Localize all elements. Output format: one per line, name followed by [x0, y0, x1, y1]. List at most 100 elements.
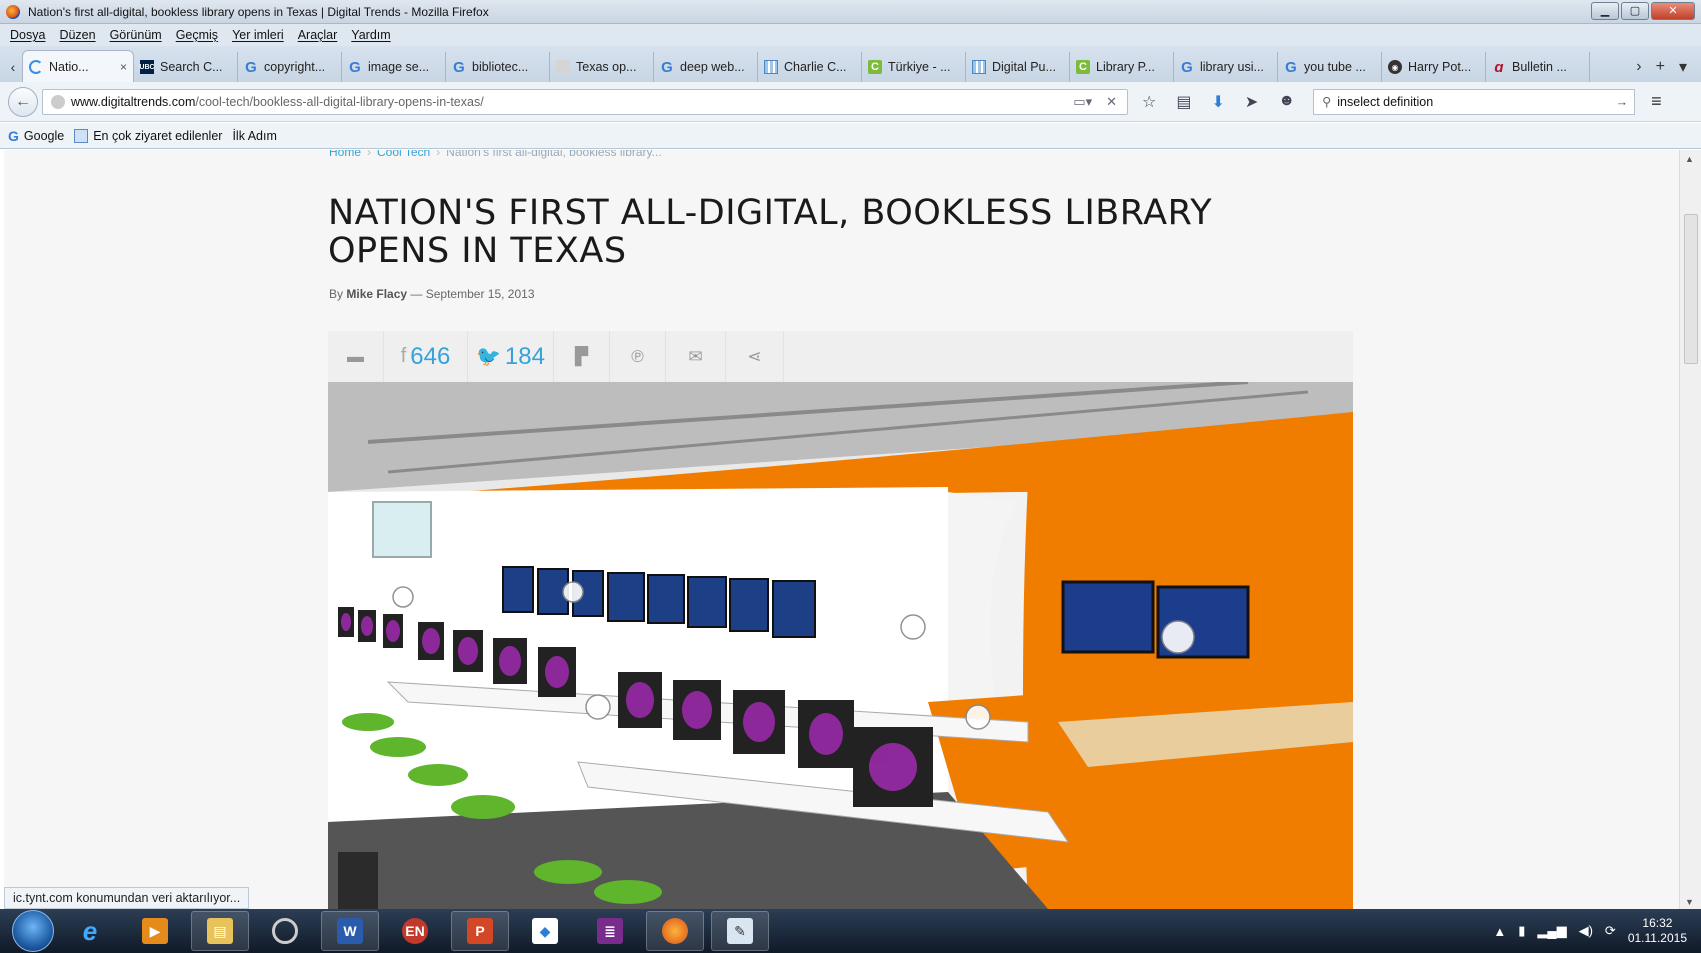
page-scrollbar[interactable]: ▲ ▼ — [1679, 150, 1701, 909]
more-share-button[interactable]: ⋖ — [726, 331, 784, 382]
search-go-icon[interactable]: → — [1616, 95, 1629, 109]
back-arrow-icon: ← — [15, 92, 31, 110]
show-hidden-icons-icon[interactable]: ▲ — [1493, 924, 1506, 939]
tab-turkiye[interactable]: C Türkiye - ... — [862, 52, 966, 82]
clock[interactable]: 16:32 01.11.2015 — [1628, 916, 1687, 946]
taskbar-media-player[interactable]: ▶ — [126, 911, 184, 951]
tab-texas[interactable]: Texas op... — [550, 52, 654, 82]
menu-tools[interactable]: Araçlar — [298, 28, 338, 42]
comments-button[interactable]: ▬ — [328, 331, 384, 382]
twitter-share-button[interactable]: 🐦 184 — [468, 331, 554, 382]
close-tab-icon[interactable]: × — [120, 60, 127, 74]
menu-view[interactable]: Görünüm — [110, 28, 162, 42]
close-window-button[interactable]: ✕ — [1651, 2, 1695, 20]
breadcrumb-section[interactable]: Cool Tech — [377, 150, 430, 159]
flipboard-button[interactable]: ▛ — [554, 331, 610, 382]
menu-help[interactable]: Yardım — [351, 28, 390, 42]
taskbar-dictionary[interactable]: EN — [386, 911, 444, 951]
taskbar-word[interactable]: W — [321, 911, 379, 951]
bookmark-first-step[interactable]: İlk Adım — [4, 129, 277, 287]
tab-nation-library[interactable]: Natio... × — [22, 50, 134, 82]
back-button[interactable]: ← — [8, 86, 38, 117]
clock-time: 16:32 — [1642, 916, 1673, 930]
tab-charlie[interactable]: Charlie C... — [758, 52, 862, 82]
menu-history[interactable]: Geçmiş — [176, 28, 218, 42]
menu-hamburger-icon[interactable]: ≡ — [1651, 91, 1662, 112]
taskbar-winrar[interactable]: ≣ — [581, 911, 639, 951]
tab-copyright[interactable]: Gcopyright... — [238, 52, 342, 82]
bookmark-most-visited[interactable]: En çok ziyaret edilenler — [74, 128, 223, 143]
reader-view-icon[interactable]: ▭▾ — [1073, 94, 1092, 110]
tab-label: copyright... — [264, 60, 326, 74]
breadcrumb-home[interactable]: Home — [329, 150, 361, 159]
taskbar-firefox[interactable] — [646, 911, 704, 951]
tab-library-p[interactable]: C Library P... — [1070, 52, 1174, 82]
circle-app-icon — [272, 918, 298, 944]
clock-date: 01.11.2015 — [1627, 931, 1687, 945]
url-bar[interactable]: www.digitaltrends.com/cool-tech/bookless… — [42, 88, 1128, 115]
taskbar-paint[interactable]: ✎ — [711, 911, 769, 951]
scroll-tabs-left-icon[interactable]: ‹ — [4, 52, 22, 82]
taskbar-dropbox[interactable]: ◆ — [516, 911, 574, 951]
search-box[interactable]: ⚲ inselect definition → — [1313, 88, 1636, 115]
menu-bookmarks[interactable]: Yer imleri — [232, 28, 284, 42]
taskbar-app-circle[interactable] — [256, 911, 314, 951]
tab-image-search[interactable]: Gimage se... — [342, 52, 446, 82]
tab-bulletin[interactable]: ɑ Bulletin ... — [1486, 52, 1590, 82]
tab-digital-pu[interactable]: Digital Pu... — [966, 52, 1070, 82]
taskbar-powerpoint[interactable]: P — [451, 911, 509, 951]
library-rendering-illustration — [328, 382, 1353, 909]
tab-library-usi[interactable]: Glibrary usi... — [1174, 52, 1278, 82]
new-tab-icon[interactable]: + — [1656, 58, 1665, 76]
tab-deep-web[interactable]: Gdeep web... — [654, 52, 758, 82]
maximize-button[interactable]: ▢ — [1621, 2, 1649, 20]
bookmark-label: En çok ziyaret edilenler — [93, 128, 223, 143]
paint-icon: ✎ — [727, 918, 753, 944]
menu-file[interactable]: Dosya — [10, 28, 45, 42]
tab-youtube[interactable]: Gyou tube ... — [1278, 52, 1382, 82]
menu-bar: Dosya Düzen Görünüm Geçmiş Yer imleri Ar… — [0, 24, 1701, 46]
web-page: Home › Cool Tech › Nation's first all-digita… — [4, 150, 1679, 909]
tab-label: Bulletin ... — [1512, 60, 1567, 74]
stop-icon[interactable]: ✕ — [1106, 94, 1117, 110]
send-icon[interactable]: ➤ — [1245, 92, 1258, 112]
search-input[interactable]: inselect definition — [1337, 95, 1433, 109]
author-link[interactable]: Mike Flacy — [346, 287, 407, 301]
email-share-button[interactable]: ✉ — [666, 331, 726, 382]
tab-label: Türkiye - ... — [888, 60, 951, 74]
google-icon: G — [453, 58, 465, 76]
power-icon[interactable]: ▮ — [1518, 923, 1525, 939]
bookmarks-menu-icon[interactable]: ▤ — [1176, 92, 1191, 112]
tab-bibliotec[interactable]: Gbibliotec... — [446, 52, 550, 82]
grid-icon — [764, 60, 778, 74]
minimize-button[interactable]: ▁ — [1591, 2, 1619, 20]
download-icon[interactable]: ⬇ — [1211, 92, 1224, 112]
bookmark-star-icon[interactable]: ☆ — [1142, 92, 1156, 112]
google-icon: G — [661, 58, 673, 76]
start-button[interactable] — [12, 910, 54, 952]
pinterest-button[interactable]: ℗ — [610, 331, 666, 382]
taskbar-internet-explorer[interactable]: e — [61, 911, 119, 951]
list-tabs-icon[interactable]: ▾ — [1679, 57, 1687, 77]
scroll-tabs-right-icon[interactable]: › — [1636, 58, 1641, 76]
byline-dash: — — [410, 287, 423, 301]
network-icon[interactable]: ▂▄▆ — [1537, 923, 1566, 939]
taskbar-explorer[interactable]: ▤ — [191, 911, 249, 951]
bookmark-google[interactable]: G Google — [8, 128, 64, 144]
volume-icon[interactable]: ◀) — [1579, 923, 1593, 939]
pinterest-icon: ℗ — [631, 346, 644, 366]
scroll-down-icon[interactable]: ▼ — [1685, 897, 1694, 907]
bookmark-label: Google — [23, 128, 65, 143]
sync-icon[interactable]: ⟳ — [1605, 923, 1616, 939]
tab-search[interactable]: UBC Search C... — [134, 52, 238, 82]
tab-harry-pot[interactable]: ◉ Harry Pot... — [1382, 52, 1486, 82]
facebook-share-button[interactable]: f 646 — [384, 331, 468, 382]
dictionary-icon: EN — [402, 918, 428, 944]
scrollbar-thumb[interactable] — [1684, 214, 1698, 364]
facebook-count: 646 — [410, 342, 451, 370]
scroll-up-icon[interactable]: ▲ — [1685, 154, 1694, 164]
internet-explorer-icon: e — [82, 915, 98, 946]
search-icon: ⚲ — [1322, 95, 1332, 109]
menu-edit[interactable]: Düzen — [59, 28, 95, 42]
chat-icon[interactable]: ☻ — [1278, 92, 1295, 112]
